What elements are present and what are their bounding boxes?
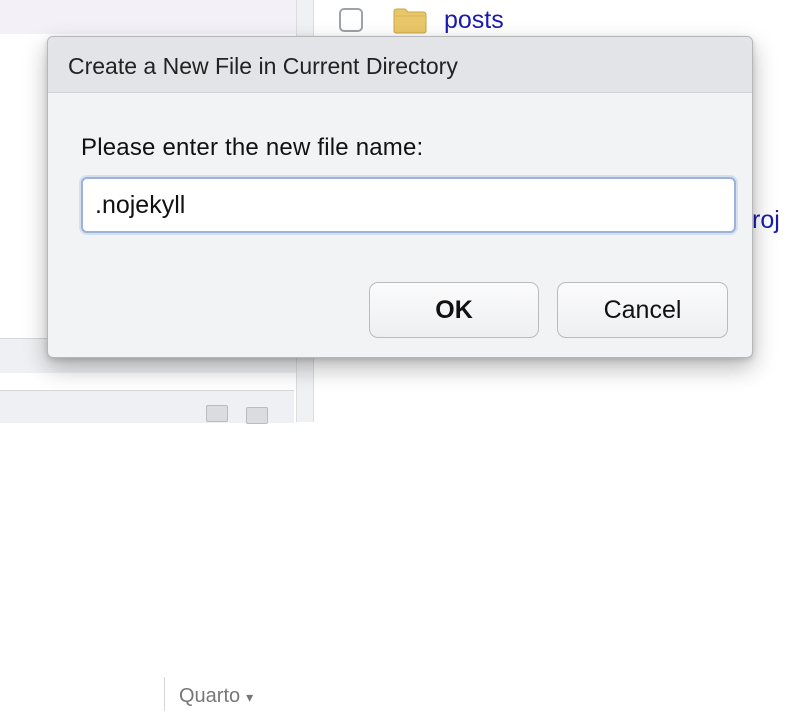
maximize-pane-icon[interactable] <box>246 407 268 424</box>
folder-icon <box>393 8 427 34</box>
file-name-input[interactable] <box>81 177 736 233</box>
dialog-prompt: Please enter the new file name: <box>81 134 424 161</box>
new-file-dialog: Create a New File in Current Directory P… <box>47 36 753 358</box>
cancel-button[interactable]: Cancel <box>557 282 728 338</box>
file-link-posts[interactable]: posts <box>444 6 504 35</box>
file-row-checkbox[interactable] <box>339 8 363 32</box>
dialog-title: Create a New File in Current Directory <box>68 53 458 79</box>
file-link-truncated[interactable]: roj <box>752 206 780 235</box>
ok-button[interactable]: OK <box>369 282 539 338</box>
document-type-select[interactable]: Quarto ▾ <box>164 677 294 711</box>
minimize-pane-icon[interactable] <box>206 405 228 422</box>
chevron-down-icon: ▾ <box>246 689 254 705</box>
editor-pane-top <box>0 0 296 35</box>
dialog-titlebar[interactable]: Create a New File in Current Directory <box>48 37 752 93</box>
document-type-label: Quarto <box>179 685 241 707</box>
